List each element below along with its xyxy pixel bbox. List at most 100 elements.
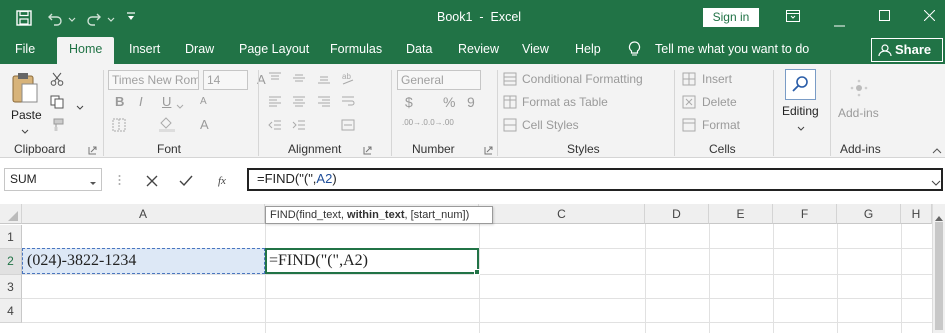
tab-data[interactable]: Data xyxy=(406,42,432,56)
row-header-3[interactable]: 3 xyxy=(0,275,22,299)
undo-dropdown-icon[interactable] xyxy=(68,12,76,22)
cut-icon[interactable] xyxy=(50,72,64,86)
tooltip-current-arg[interactable]: within_text xyxy=(347,209,404,221)
format-as-table-button[interactable]: Format as Table xyxy=(522,95,608,109)
editing-button[interactable]: Editing xyxy=(782,68,820,132)
vertical-scrollbar[interactable] xyxy=(932,204,945,333)
undo-icon[interactable] xyxy=(47,10,63,26)
number-launcher-icon[interactable] xyxy=(484,144,493,155)
row-header-1[interactable]: 1 xyxy=(0,225,22,249)
insert-cells-button[interactable]: Insert xyxy=(702,72,732,86)
tab-review[interactable]: Review xyxy=(458,42,499,56)
ribbon-display-options-icon[interactable] xyxy=(786,10,800,22)
font-color-button[interactable]: A xyxy=(200,117,209,132)
format-cells-button[interactable]: Format xyxy=(702,118,740,132)
name-box[interactable]: SUM xyxy=(4,168,102,191)
conditional-formatting-button[interactable]: Conditional Formatting xyxy=(522,72,643,86)
paste-dropdown-icon[interactable] xyxy=(21,124,29,134)
font-size-dropdown[interactable]: 14 xyxy=(203,70,248,90)
underline-dropdown-icon[interactable] xyxy=(176,99,184,109)
column-header-e[interactable]: E xyxy=(709,204,773,224)
collapse-ribbon-icon[interactable] xyxy=(932,144,942,154)
copy-dropdown-icon[interactable] xyxy=(76,100,84,110)
sign-in-button[interactable]: Sign in xyxy=(703,8,759,27)
row-header-2[interactable]: 2 xyxy=(0,249,22,275)
redo-dropdown-icon[interactable] xyxy=(107,12,115,22)
row-header-4[interactable]: 4 xyxy=(0,299,22,323)
clipboard-launcher-icon[interactable] xyxy=(88,144,97,155)
insert-function-icon[interactable]: fx xyxy=(217,173,233,187)
format-painter-icon[interactable] xyxy=(50,118,64,132)
column-header-a[interactable]: A xyxy=(22,204,265,224)
merge-center-icon[interactable] xyxy=(341,119,355,131)
redo-icon[interactable] xyxy=(86,10,102,26)
align-top-icon[interactable] xyxy=(268,72,282,84)
fill-color-icon[interactable] xyxy=(158,116,176,132)
format-as-table-icon[interactable] xyxy=(503,95,517,109)
align-left-icon[interactable] xyxy=(268,95,282,107)
column-header-d[interactable]: D xyxy=(645,204,709,224)
align-right-icon[interactable] xyxy=(317,95,331,107)
delete-cells-icon[interactable] xyxy=(682,95,696,109)
align-middle-icon[interactable] xyxy=(292,72,306,84)
borders-icon[interactable] xyxy=(112,118,126,132)
tab-formulas[interactable]: Formulas xyxy=(330,42,382,56)
tab-home[interactable]: Home xyxy=(57,37,115,64)
tab-view[interactable]: View xyxy=(522,42,549,56)
copy-icon[interactable] xyxy=(50,95,64,109)
align-bottom-icon[interactable] xyxy=(317,72,331,84)
column-header-f[interactable]: F xyxy=(773,204,837,224)
scroll-up-icon[interactable] xyxy=(935,210,943,221)
align-center-icon[interactable] xyxy=(292,95,306,107)
confirm-entry-icon[interactable] xyxy=(179,175,193,187)
increase-decimal-button[interactable]: .00→.0 xyxy=(402,118,428,127)
name-box-dropdown-icon[interactable] xyxy=(89,176,97,185)
tab-file[interactable]: File xyxy=(15,42,35,56)
alignment-launcher-icon[interactable] xyxy=(363,144,372,155)
minimize-icon[interactable] xyxy=(834,16,845,27)
cell-styles-icon[interactable] xyxy=(503,118,517,132)
column-header-h[interactable]: H xyxy=(901,204,932,224)
increase-indent-icon[interactable] xyxy=(292,119,306,131)
currency-button[interactable]: $ xyxy=(405,94,413,110)
tab-help[interactable]: Help xyxy=(575,42,601,56)
tab-insert[interactable]: Insert xyxy=(129,42,160,56)
add-ins-button[interactable]: Add-ins xyxy=(838,106,879,120)
column-header-g[interactable]: G xyxy=(837,204,901,224)
tab-draw[interactable]: Draw xyxy=(185,42,214,56)
cell-a2[interactable]: (024)-3822-1234 xyxy=(22,248,265,274)
bold-button[interactable]: B xyxy=(115,94,124,109)
tell-me-search[interactable]: Tell me what you want to do xyxy=(655,42,809,56)
close-icon[interactable] xyxy=(923,9,936,22)
italic-button[interactable]: I xyxy=(139,94,143,109)
underline-button[interactable]: U xyxy=(162,94,171,109)
fill-handle[interactable] xyxy=(474,269,480,275)
add-ins-icon[interactable] xyxy=(849,78,869,98)
share-button[interactable]: Share xyxy=(871,38,943,62)
paste-button[interactable]: Paste xyxy=(11,108,42,122)
comma-style-button[interactable]: 9 xyxy=(467,94,475,110)
delete-cells-button[interactable]: Delete xyxy=(702,95,737,109)
tab-page-layout[interactable]: Page Layout xyxy=(239,42,309,56)
column-header-c[interactable]: C xyxy=(479,204,645,224)
expand-formula-bar-icon[interactable] xyxy=(931,176,941,186)
font-name-dropdown[interactable]: Times New Roman xyxy=(108,70,199,90)
scroll-thumb[interactable] xyxy=(935,222,943,330)
formula-input[interactable]: =FIND("(",A2) xyxy=(247,168,943,191)
maximize-icon[interactable] xyxy=(879,10,890,21)
cell-styles-button[interactable]: Cell Styles xyxy=(522,118,579,132)
percent-button[interactable]: % xyxy=(443,94,455,110)
save-icon[interactable] xyxy=(16,10,32,26)
cancel-entry-icon[interactable] xyxy=(146,175,158,187)
decrease-decimal-button[interactable]: .0→.00 xyxy=(428,118,454,127)
paste-icon[interactable] xyxy=(11,72,39,104)
shrink-font-button[interactable]: A xyxy=(200,96,207,107)
cell-b2[interactable]: =FIND("(",A2) xyxy=(265,248,480,275)
orientation-icon[interactable]: ab xyxy=(341,70,355,86)
insert-cells-icon[interactable] xyxy=(682,72,696,86)
customize-qat-icon[interactable] xyxy=(126,11,136,23)
conditional-formatting-icon[interactable] xyxy=(503,72,517,86)
decrease-indent-icon[interactable] xyxy=(268,119,282,131)
format-cells-icon[interactable] xyxy=(682,118,696,132)
wrap-text-icon[interactable] xyxy=(341,95,355,107)
